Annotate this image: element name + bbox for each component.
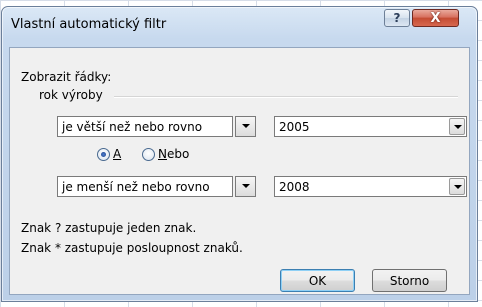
condition2-value-input[interactable]: 2008 xyxy=(274,176,467,197)
chevron-down-icon[interactable] xyxy=(449,118,465,135)
or-radio[interactable] xyxy=(142,148,155,161)
or-label-rest: ebo xyxy=(166,147,190,161)
condition2-operator-value: je menší než nebo rovno xyxy=(62,180,210,194)
show-rows-label: Zobrazit řádky: xyxy=(21,70,112,84)
close-icon: X xyxy=(430,10,441,26)
dialog-title: Vlastní automatický filtr xyxy=(11,17,167,32)
condition2-value: 2008 xyxy=(279,180,310,194)
condition1-operator-value: je větší než nebo rovno xyxy=(62,120,203,134)
custom-autofilter-dialog: Vlastní automatický filtr ? X Zobrazit ř… xyxy=(1,6,478,302)
ok-button[interactable]: OK xyxy=(280,269,355,292)
condition1-operator-select[interactable]: je větší než nebo rovno xyxy=(57,116,233,137)
dialog-body: Zobrazit řádky: rok výroby je větší než … xyxy=(9,47,470,295)
condition1-value: 2005 xyxy=(279,120,310,134)
help-button[interactable]: ? xyxy=(384,9,410,27)
field-name-label: rok výroby xyxy=(39,88,103,102)
condition2-operator-select[interactable]: je menší než nebo rovno xyxy=(57,176,233,197)
and-radio-label[interactable]: A xyxy=(113,147,121,161)
close-button[interactable]: X xyxy=(412,9,459,27)
question-icon: ? xyxy=(393,11,401,25)
condition2-operator-dropdown-button[interactable] xyxy=(235,176,256,197)
or-radio-label[interactable]: Nebo xyxy=(158,147,189,161)
cancel-button[interactable]: Storno xyxy=(372,269,447,292)
group-divider xyxy=(114,96,458,98)
radio-selected-dot xyxy=(101,152,106,157)
and-radio[interactable] xyxy=(97,148,110,161)
wildcard-hint-sequence: Znak * zastupuje posloupnost znaků. xyxy=(21,241,243,255)
or-label-accel: N xyxy=(158,147,167,161)
chevron-down-icon[interactable] xyxy=(449,178,465,195)
condition1-value-input[interactable]: 2005 xyxy=(274,116,467,137)
wildcard-hint-single: Znak ? zastupuje jeden znak. xyxy=(21,221,197,235)
condition1-operator-dropdown-button[interactable] xyxy=(235,116,256,137)
